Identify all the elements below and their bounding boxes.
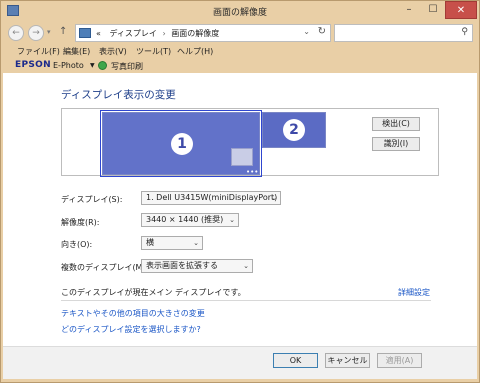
search-icon[interactable]: ⚲ [461, 27, 468, 37]
page-title: ディスプレイ表示の変更 [61, 89, 176, 101]
address-dropdown-chevron-icon[interactable]: ⌄ [303, 27, 310, 36]
display-arrangement-preview: 1 ••• 2 検出(C) 識別(I) [61, 108, 439, 177]
monitor-1-tile[interactable]: 1 ••• [100, 110, 262, 177]
multiple-displays-label: 複数のディスプレイ(M): [61, 263, 149, 272]
menu-view[interactable]: 表示(V) [99, 46, 127, 57]
content-pane: ディスプレイ表示の変更 1 ••• 2 検出(C) 識別(I) ディスプレイ(S… [3, 73, 477, 379]
main-display-info: このディスプレイが現在メイン ディスプレイです。 [61, 288, 246, 297]
divider [61, 300, 431, 301]
menu-edit[interactable]: 編集(E) [63, 46, 90, 57]
refresh-icon[interactable]: ↻ [318, 26, 326, 37]
breadcrumb-separator-icon: › [162, 29, 166, 38]
footer-bar: OK キャンセル 適用(A) [3, 346, 477, 379]
breadcrumb-display[interactable]: ディスプレイ [109, 29, 156, 38]
up-arrow-icon[interactable]: ↑ [59, 26, 67, 37]
menu-file[interactable]: ファイル(F) [17, 46, 60, 57]
forward-arrow-icon[interactable]: → [28, 25, 44, 41]
ephoto-dropdown-icon[interactable]: ▼ [90, 62, 95, 69]
epson-logo: EPSON [15, 60, 51, 70]
cancel-button[interactable]: キャンセル [325, 353, 370, 368]
orientation-select-value: 横 [146, 238, 154, 247]
epson-toolbar: EPSON E-Photo ▼ 写真印刷 [1, 59, 479, 72]
chevron-down-icon: ⌄ [229, 216, 235, 224]
recent-locations-chevron-icon[interactable]: ▾ [47, 28, 51, 36]
control-panel-icon [79, 28, 91, 38]
advanced-settings-link[interactable]: 詳細設定 [398, 287, 430, 298]
breadcrumb-screen-resolution[interactable]: 画面の解像度 [171, 29, 219, 38]
monitor-2-tile[interactable]: 2 [262, 112, 326, 148]
chevron-down-icon: ⌄ [193, 239, 199, 247]
display-select-value: 1. Dell U3415W(miniDisplayPort) [146, 193, 278, 202]
monitor-1-badge: 1 [171, 133, 193, 155]
keypad-icon [231, 148, 253, 166]
photo-print-button[interactable]: 写真印刷 [111, 61, 143, 72]
resolution-select[interactable]: 3440 × 1440 (推奨) ⌄ [141, 213, 239, 227]
display-select[interactable]: 1. Dell U3415W(miniDisplayPort) ⌄ [141, 191, 281, 205]
minimize-button[interactable]: – [397, 1, 421, 19]
orientation-select[interactable]: 横 ⌄ [141, 236, 203, 250]
identify-button[interactable]: 識別(I) [372, 137, 420, 151]
ephoto-menu[interactable]: E-Photo [53, 61, 84, 70]
more-dots-icon: ••• [246, 168, 259, 176]
window: 画面の解像度 – ☐ ✕ ← → ▾ ↑ « ディスプレイ › 画面の解像度 ⌄… [0, 0, 480, 383]
photo-print-icon[interactable] [98, 61, 107, 70]
menu-help[interactable]: ヘルプ(H) [177, 46, 213, 57]
chevron-down-icon: ⌄ [271, 194, 277, 202]
multiple-displays-select[interactable]: 表示画面を拡張する ⌄ [141, 259, 253, 273]
close-button[interactable]: ✕ [445, 1, 477, 19]
title-bar: 画面の解像度 – ☐ ✕ [1, 1, 479, 21]
detect-button[interactable]: 検出(C) [372, 117, 420, 131]
chevron-down-icon: ⌄ [243, 262, 249, 270]
apply-button[interactable]: 適用(A) [377, 353, 422, 368]
text-size-link[interactable]: テキストやその他の項目の大きさの変更 [61, 308, 205, 319]
display-label: ディスプレイ(S): [61, 195, 123, 204]
breadcrumb: « ディスプレイ › 画面の解像度 [96, 28, 219, 39]
breadcrumb-prefix: « [96, 29, 101, 38]
multiple-displays-select-value: 表示画面を拡張する [146, 261, 218, 270]
resolution-select-value: 3440 × 1440 (推奨) [146, 215, 224, 224]
maximize-button[interactable]: ☐ [421, 1, 445, 19]
search-input[interactable]: ⚲ [334, 24, 473, 42]
which-settings-link[interactable]: どのディスプレイ設定を選択しますか? [61, 324, 201, 335]
back-arrow-icon[interactable]: ← [8, 25, 24, 41]
resolution-label: 解像度(R): [61, 218, 100, 227]
menu-tools[interactable]: ツール(T) [136, 46, 171, 57]
address-row: ← → ▾ ↑ « ディスプレイ › 画面の解像度 ⌄ ↻ ⚲ [1, 21, 479, 45]
address-bar[interactable]: « ディスプレイ › 画面の解像度 ⌄ ↻ [75, 24, 331, 42]
monitor-2-badge: 2 [283, 119, 305, 141]
orientation-label: 向き(O): [61, 240, 93, 249]
menu-bar: ファイル(F) 編集(E) 表示(V) ツール(T) ヘルプ(H) [1, 45, 479, 59]
ok-button[interactable]: OK [273, 353, 318, 368]
